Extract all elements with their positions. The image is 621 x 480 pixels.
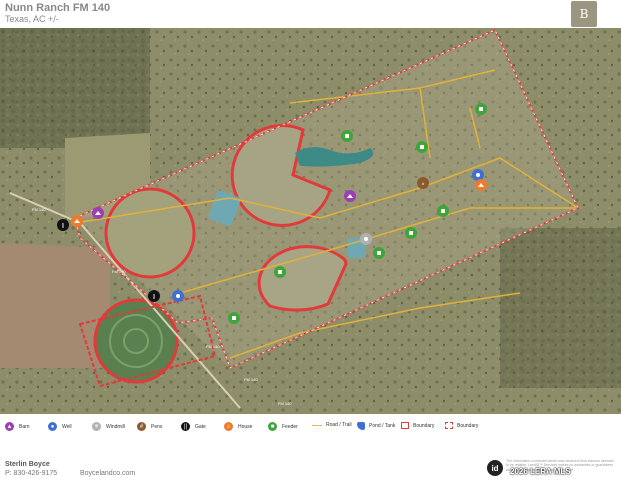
legend-label: Boundary	[457, 422, 479, 429]
legend-label: Pond / Tank	[369, 423, 396, 429]
boundary-dashed-icon	[445, 422, 453, 429]
field	[0, 243, 110, 368]
header: Nunn Ranch FM 140 Texas, AC +/- B	[0, 0, 621, 28]
legend-label: Feeder	[282, 423, 298, 430]
page-subtitle: Texas, AC +/-	[5, 14, 59, 24]
pens-icon: #	[137, 422, 146, 431]
brush-area	[500, 228, 621, 388]
boundary-icon	[401, 422, 409, 429]
pens-icon[interactable]: #	[417, 177, 429, 189]
agent-phone[interactable]: P: 830-426-9175	[5, 470, 57, 477]
house-icon[interactable]	[475, 179, 487, 191]
footer: Sterlin Boyce P: 830-426-9175 Boycelandc…	[0, 448, 621, 480]
gate-icon[interactable]: ||	[148, 290, 160, 302]
pivot-field-boundary	[104, 187, 196, 279]
agent-name: Sterlin Boyce	[5, 461, 50, 468]
svg-text:||: ||	[62, 223, 65, 229]
brush-area	[0, 28, 150, 148]
svg-text:||: ||	[153, 294, 156, 300]
feeder-icon: ■	[268, 422, 277, 431]
legend-label: Well	[62, 423, 72, 430]
brand-logo-letter: B	[579, 7, 589, 21]
road-label: FM 140	[32, 207, 46, 212]
windmill-icon[interactable]	[360, 233, 372, 245]
legend-item-feeder: ■ Feeder	[268, 422, 298, 431]
road-icon	[312, 424, 322, 426]
mls-watermark: 2026 LERA MLS	[510, 467, 571, 476]
legend-item-pond: Pond / Tank	[357, 422, 395, 430]
legend-item-barn: ▲ Barn	[5, 422, 30, 431]
barn-icon[interactable]	[344, 190, 356, 202]
legend-label: Pens	[151, 423, 163, 430]
page-title: Nunn Ranch FM 140	[5, 2, 111, 14]
gate-icon: ||	[181, 422, 190, 431]
agent-website-link[interactable]: Boycelandco.com	[80, 470, 135, 477]
pond-icon	[357, 422, 365, 430]
legend-label: Gate	[195, 423, 206, 430]
feeder-icon[interactable]	[416, 141, 428, 153]
feeder-icon[interactable]	[341, 130, 353, 142]
feeder-icon[interactable]	[274, 266, 286, 278]
road-label: FM 140	[112, 269, 126, 274]
legend-label: Windmill	[106, 423, 125, 430]
legend-label: Boundary	[413, 422, 435, 429]
windmill-icon: ✳	[92, 422, 101, 431]
well-icon: ●	[48, 422, 57, 431]
legend-label: Road / Trail	[326, 422, 352, 428]
road-label: FM 140	[278, 401, 292, 406]
satellite-map[interactable]: FM 140 FM 140 FM 140 FM 140 FM 140 || ||…	[0, 28, 621, 440]
legend-label: Barn	[19, 423, 30, 430]
map-legend: ▲ Barn ● Well ✳ Windmill # Pens || Gate …	[0, 414, 621, 438]
map-canvas: FM 140 FM 140 FM 140 FM 140 FM 140 || ||…	[0, 28, 621, 414]
legend-item-boundary: Boundary	[401, 422, 434, 429]
house-icon: ⌂	[224, 422, 233, 431]
well-icon[interactable]	[172, 290, 184, 302]
legend-item-windmill: ✳ Windmill	[92, 422, 125, 431]
feeder-icon[interactable]	[228, 312, 240, 324]
feeder-icon[interactable]	[373, 247, 385, 259]
road-label: FM 140	[244, 377, 258, 382]
legend-label: House	[238, 423, 253, 430]
legend-item-boundary-dashed: Boundary	[445, 422, 478, 429]
feeder-icon[interactable]	[437, 205, 449, 217]
barn-icon: ▲	[5, 422, 14, 431]
house-icon[interactable]	[71, 215, 83, 227]
legend-item-pens: # Pens	[137, 422, 162, 431]
gate-icon[interactable]: ||	[57, 219, 69, 231]
landid-logo: id	[487, 460, 503, 476]
legend-item-house: ⌂ House	[224, 422, 252, 431]
feeder-icon[interactable]	[475, 103, 487, 115]
feeder-icon[interactable]	[405, 227, 417, 239]
barn-icon[interactable]	[92, 207, 104, 219]
road-label: FM 140	[206, 344, 220, 349]
legend-item-gate: || Gate	[181, 422, 206, 431]
brand-logo: B	[571, 1, 597, 27]
legend-item-road: Road / Trail	[312, 422, 352, 428]
legend-item-well: ● Well	[48, 422, 72, 431]
